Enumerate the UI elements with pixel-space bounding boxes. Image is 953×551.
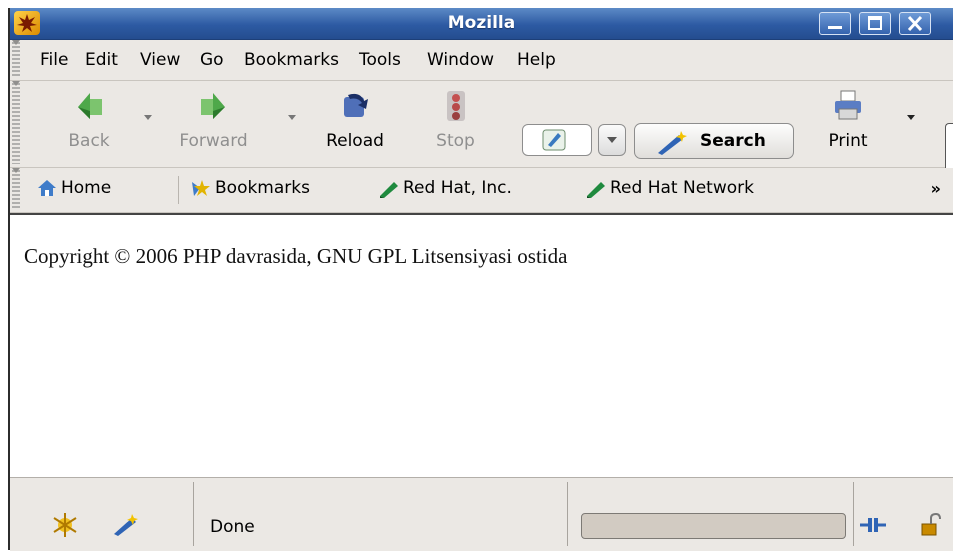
progress-bar [581,513,846,539]
menu-tools[interactable]: Tools [359,50,401,70]
print-label: Print [828,131,868,151]
bookmark-redhat-network-label: Red Hat Network [610,178,754,198]
reload-label: Reload [326,131,384,151]
bookmark-redhat-inc[interactable]: Red Hat, Inc. [378,178,512,198]
close-button[interactable] [899,12,931,35]
maximize-icon [868,16,882,30]
status-bar: Done [10,477,953,551]
status-separator [853,482,854,546]
more-bookmarks-chevron[interactable]: » [931,179,941,198]
status-separator [567,482,568,546]
print-button[interactable]: Print [818,83,878,151]
menu-file[interactable]: File [40,50,68,70]
home-label: Home [61,178,112,198]
forward-button[interactable]: Forward [166,83,261,151]
toolbar-separator [178,176,179,204]
bookmarks-button[interactable]: Bookmarks [190,178,310,198]
print-dropdown-icon[interactable] [907,115,915,120]
bookmarks-icon [192,180,210,196]
minimize-button[interactable] [819,12,851,35]
forward-arrow-icon [200,93,225,119]
status-text: Done [210,517,255,537]
stop-icon [446,91,465,121]
chevron-down-icon [607,137,617,143]
security-lock-icon[interactable] [920,512,942,538]
back-arrow-icon [78,93,102,119]
close-icon [907,15,923,32]
search-label: Search [700,131,766,151]
page-content[interactable]: Copyright © 2006 PHP davrasida, GNU GPL … [10,213,953,477]
search-button[interactable]: Search [634,123,794,159]
bookmark-link-icon [587,182,605,198]
menu-go[interactable]: Go [200,50,224,70]
toolbar-grip-icon[interactable] [12,81,20,164]
maximize-button[interactable] [859,12,891,35]
bookmarks-label: Bookmarks [215,178,310,198]
menu-edit[interactable]: Edit [85,50,118,70]
title-bar[interactable]: Mozilla [10,8,953,40]
search-engine-icon [542,129,566,151]
home-button[interactable]: Home [36,178,111,198]
back-button[interactable]: Back [54,83,124,151]
copyright-text: Copyright © 2006 PHP davrasida, GNU GPL … [24,244,568,268]
menu-bar: File Edit View Go Bookmarks Tools Window… [10,40,953,81]
stop-button[interactable]: Stop [428,83,483,151]
menu-help[interactable]: Help [517,50,556,70]
bookmark-link-icon [380,182,398,198]
navigation-toolbar: Back Forward Reload Stop Search Print [10,81,953,179]
online-plug-icon[interactable] [858,512,888,538]
status-separator [193,482,194,546]
search-engine-dropdown[interactable] [598,124,626,156]
activity-icon[interactable] [50,512,80,538]
back-label: Back [68,131,110,151]
reload-icon [344,93,368,117]
forward-dropdown-icon[interactable] [288,115,296,120]
back-dropdown-icon[interactable] [144,115,152,120]
bookmark-redhat-inc-label: Red Hat, Inc. [403,178,512,198]
window-title: Mozilla [447,13,516,33]
menu-window[interactable]: Window [427,50,494,70]
search-engine-selector[interactable] [522,124,592,156]
bookmark-redhat-network[interactable]: Red Hat Network [585,178,754,198]
toolbar-grip-icon[interactable] [12,168,20,209]
composer-icon[interactable] [110,512,140,538]
forward-label: Forward [179,131,248,151]
browser-window: Mozilla File Edit View Go Bookmarks Tool… [8,8,953,551]
search-wand-icon [658,131,687,155]
home-icon [38,180,56,196]
reload-button[interactable]: Reload [310,83,400,151]
menu-bookmarks[interactable]: Bookmarks [244,50,339,70]
menu-view[interactable]: View [140,50,180,70]
personal-toolbar: Home Bookmarks Red Hat, Inc. Red Hat Net… [10,168,953,213]
minimize-icon [828,26,842,29]
stop-label: Stop [436,131,475,151]
toolbar-grip-icon[interactable] [12,40,20,77]
printer-icon [835,90,861,120]
